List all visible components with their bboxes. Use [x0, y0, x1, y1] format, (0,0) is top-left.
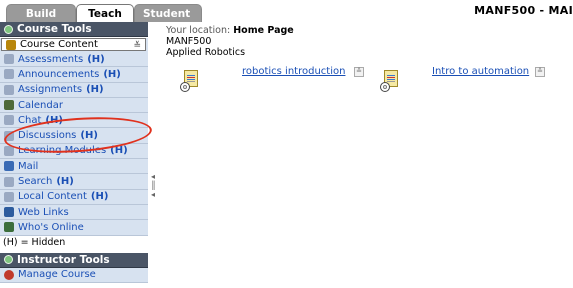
- main-content: Your location: Home Page MANF500 Applied…: [160, 22, 573, 288]
- tab-build[interactable]: Build: [6, 4, 76, 22]
- sidebar-item-assessments[interactable]: Assessments (H): [0, 52, 148, 68]
- assessments-icon: [4, 54, 14, 65]
- web-links-icon: [4, 207, 14, 218]
- splitter-grip-icon[interactable]: ◂ ║ ◂: [151, 172, 156, 199]
- sidebar-item-calendar[interactable]: Calendar: [0, 98, 148, 114]
- course-info: MANF500 Applied Robotics: [166, 36, 245, 58]
- whos-online-icon: [4, 222, 14, 233]
- sidebar-item-label: Who's Online: [18, 221, 84, 233]
- sidebar-item-announcements[interactable]: Announcements (H): [0, 67, 148, 83]
- course-name: Applied Robotics: [166, 47, 246, 58]
- instructor-tools-header: Instructor Tools: [0, 252, 148, 268]
- course-code: MANF500: [166, 36, 212, 47]
- sidebar-item-label: Web Links: [18, 206, 69, 218]
- sidebar-item-mail[interactable]: Mail: [0, 159, 148, 175]
- sidebar-item-search[interactable]: Search (H): [0, 174, 148, 190]
- content-item-link[interactable]: Intro to automation: [432, 66, 529, 77]
- search-icon: [4, 176, 14, 187]
- sidebar: Course Tools Course Content ≚ Assessments …: [0, 22, 148, 288]
- sidebar-item-assignments[interactable]: Assignments (H): [0, 83, 148, 98]
- mail-icon: [4, 161, 14, 172]
- instructor-tools-icon: [4, 255, 13, 265]
- course-content-icon: [6, 39, 16, 50]
- manage-course-icon: [4, 269, 14, 280]
- tab-teach[interactable]: Teach: [76, 4, 134, 22]
- hidden-marker: (H): [103, 68, 121, 80]
- sidebar-item-label: Course Content: [20, 39, 98, 50]
- assignments-icon: [4, 84, 14, 95]
- instructor-tools-title: Instructor Tools: [17, 253, 110, 266]
- course-tools-icon: [4, 24, 13, 34]
- chat-icon: [4, 115, 14, 126]
- hidden-legend: (H) = Hidden: [0, 235, 148, 250]
- top-tab-bar: Build Teach Student View MANF500 - MAI: [0, 0, 573, 38]
- sidebar-item-label: Assignments: [18, 84, 83, 96]
- sidebar-item-who-s-online[interactable]: Who's Online: [0, 220, 148, 236]
- hidden-marker: (H): [86, 84, 104, 96]
- hidden-marker: (H): [90, 191, 109, 203]
- course-title: MANF500 - MAI: [474, 4, 573, 17]
- item-menu-icon[interactable]: ≚: [354, 67, 364, 77]
- sidebar-item-label: Mail: [18, 160, 39, 172]
- location-page: Home Page: [233, 25, 294, 36]
- hidden-marker: (H): [56, 176, 74, 188]
- hidden-marker: (H): [87, 53, 105, 65]
- sidebar-item-label: Local Content: [18, 191, 87, 203]
- announcements-icon: [4, 69, 14, 80]
- local-content-icon: [4, 191, 14, 202]
- sidebar-item-label: Assessments: [18, 53, 84, 65]
- sidebar-item-local-content[interactable]: Local Content (H): [0, 190, 148, 205]
- course-tools-header: Course Tools: [0, 22, 148, 37]
- sidebar-item-manage-course[interactable]: Manage Course: [0, 267, 148, 283]
- sidebar-item-label: Manage Course: [18, 269, 96, 281]
- sidebar-item-label: Calendar: [18, 99, 63, 111]
- content-item-link[interactable]: robotics introduction: [242, 66, 345, 77]
- item-menu-icon[interactable]: ≚: [535, 67, 545, 77]
- sidebar-item-web-links[interactable]: Web Links: [0, 205, 148, 221]
- course-tools-title: Course Tools: [17, 23, 92, 35]
- instructor-tools-list: Manage Course: [0, 267, 148, 283]
- calendar-icon: [4, 100, 14, 111]
- breadcrumb: Your location: Home Page: [166, 25, 294, 36]
- sidebar-item-label: Announcements: [18, 68, 100, 80]
- panel-splitter[interactable]: ◂ ║ ◂: [148, 22, 160, 288]
- collapse-chevron-icon[interactable]: ≚: [133, 39, 141, 50]
- sidebar-item-label: Search: [18, 176, 53, 188]
- tab-student-view[interactable]: Student View: [134, 4, 202, 38]
- sidebar-item-course-content[interactable]: Course Content ≚: [1, 38, 146, 51]
- file-icon[interactable]: [180, 70, 198, 92]
- location-label: Your location:: [166, 25, 231, 36]
- file-icon[interactable]: [380, 70, 398, 92]
